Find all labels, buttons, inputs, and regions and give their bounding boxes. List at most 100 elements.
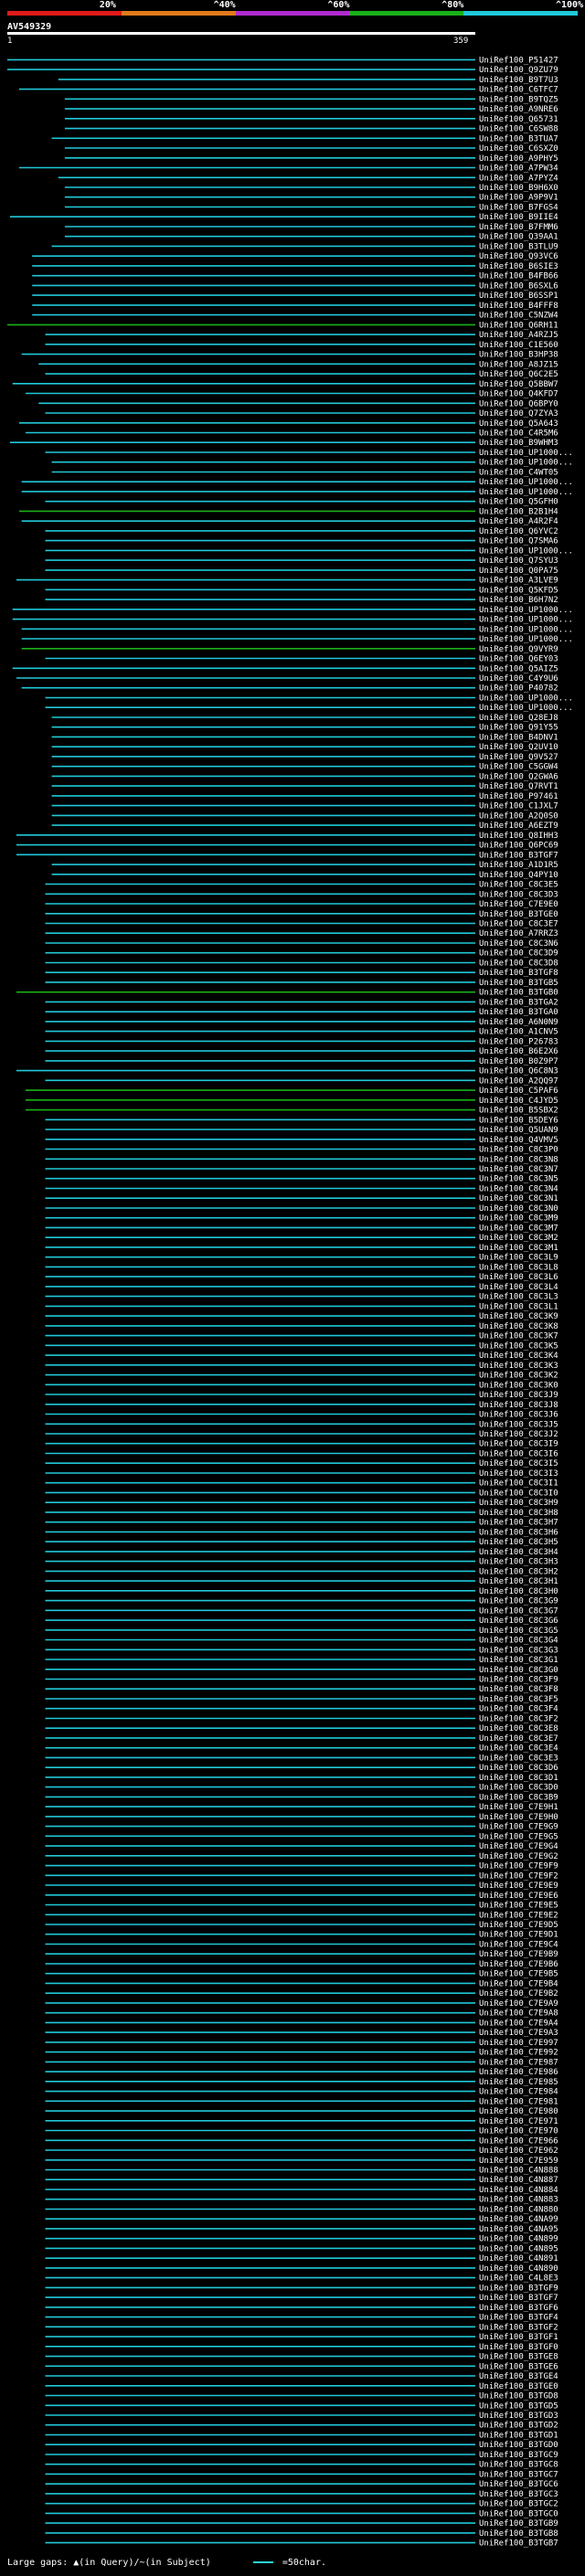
hit-label[interactable]: UniRef100_B9WHM3 <box>479 439 558 448</box>
hit-label[interactable]: UniRef100_C8C3D9 <box>479 949 558 959</box>
hit-label[interactable]: UniRef100_B3TGC6 <box>479 2480 558 2489</box>
hit-label[interactable]: UniRef100_P40782 <box>479 684 558 694</box>
hit-label[interactable]: UniRef100_C8C3N1 <box>479 1194 558 1203</box>
hit-label[interactable]: UniRef100_Q5BBW7 <box>479 380 558 389</box>
hit-label[interactable]: UniRef100_A3LVE9 <box>479 577 558 586</box>
hit-label[interactable]: UniRef100_B3TGC8 <box>479 2461 558 2470</box>
hit-label[interactable]: UniRef100_C8C3G6 <box>479 1617 558 1626</box>
hit-label[interactable]: UniRef100_A4RZJ5 <box>479 331 558 340</box>
hit-label[interactable]: UniRef100_Q6C8N3 <box>479 1067 558 1076</box>
hit-label[interactable]: UniRef100_C8C3D1 <box>479 1774 558 1783</box>
hit-label[interactable]: UniRef100_C8C3G9 <box>479 1597 558 1606</box>
hit-label[interactable]: UniRef100_B3TGE0 <box>479 2382 558 2391</box>
hit-label[interactable]: UniRef100_B3TGB9 <box>479 2519 558 2528</box>
hit-label[interactable]: UniRef100_C8C3L3 <box>479 1293 558 1302</box>
hit-label[interactable]: UniRef100_C4N880 <box>479 2206 558 2215</box>
hit-label[interactable]: UniRef100_Q7ZYA3 <box>479 409 558 419</box>
hit-label[interactable]: UniRef100_C7E9G5 <box>479 1832 558 1841</box>
hit-label[interactable]: UniRef100_B3TGB0 <box>479 989 558 998</box>
hit-label[interactable]: UniRef100_C8C3H6 <box>479 1528 558 1537</box>
hit-label[interactable]: UniRef100_P51427 <box>479 56 558 65</box>
hit-label[interactable]: UniRef100_C8C3J8 <box>479 1401 558 1410</box>
hit-label[interactable]: UniRef100_C7E9D1 <box>479 1931 558 1940</box>
hit-label[interactable]: UniRef100_C7E987 <box>479 2058 558 2067</box>
hit-label[interactable]: UniRef100_B3TGC9 <box>479 2451 558 2460</box>
hit-label[interactable]: UniRef100_C1E560 <box>479 341 558 350</box>
hit-label[interactable]: UniRef100_C7E9E5 <box>479 1902 558 1911</box>
hit-label[interactable]: UniRef100_C4N890 <box>479 2264 558 2274</box>
hit-label[interactable]: UniRef100_C8C3G0 <box>479 1666 558 1675</box>
hit-label[interactable]: UniRef100_C7E9E9 <box>479 1882 558 1891</box>
hit-label[interactable]: UniRef100_C8C3F8 <box>479 1685 558 1694</box>
hit-label[interactable]: UniRef100_B3TGD1 <box>479 2432 558 2441</box>
hit-label[interactable]: UniRef100_B3TGF4 <box>479 2314 558 2323</box>
hit-label[interactable]: UniRef100_C8C3I5 <box>479 1459 558 1468</box>
hit-label[interactable]: UniRef100_A7RRZ3 <box>479 929 558 938</box>
hit-label[interactable]: UniRef100_C7E992 <box>479 2049 558 2058</box>
hit-label[interactable]: UniRef100_C4JYD5 <box>479 1097 558 1106</box>
hit-label[interactable]: UniRef100_C4N888 <box>479 2167 558 2176</box>
hit-label[interactable]: UniRef100_B3TGF2 <box>479 2323 558 2332</box>
hit-label[interactable]: UniRef100_A6N0N9 <box>479 1018 558 1027</box>
hit-label[interactable]: UniRef100_B4DNV1 <box>479 733 558 742</box>
hit-label[interactable]: UniRef100_B3TGC3 <box>479 2490 558 2499</box>
hit-label[interactable]: UniRef100_B3TGD0 <box>479 2441 558 2450</box>
hit-label[interactable]: UniRef100_C8C3L9 <box>479 1254 558 1263</box>
hit-label[interactable]: UniRef100_Q9VYR9 <box>479 645 558 654</box>
hit-label[interactable]: UniRef100_C7E9H1 <box>479 1803 558 1812</box>
hit-label[interactable]: UniRef100_B2B1H4 <box>479 507 558 516</box>
hit-label[interactable]: UniRef100_B3TGF8 <box>479 969 558 978</box>
hit-label[interactable]: UniRef100_C6SXZ0 <box>479 144 558 154</box>
hit-label[interactable]: UniRef100_C4N895 <box>479 2244 558 2253</box>
hit-label[interactable]: UniRef100_B3TGE4 <box>479 2372 558 2381</box>
hit-label[interactable]: UniRef100_C7E984 <box>479 2088 558 2097</box>
hit-label[interactable]: UniRef100_UP1000... <box>479 694 573 704</box>
hit-label[interactable]: UniRef100_B3TGB8 <box>479 2529 558 2539</box>
hit-label[interactable]: UniRef100_B0Z9P7 <box>479 1057 558 1066</box>
hit-label[interactable]: UniRef100_C4N899 <box>479 2235 558 2244</box>
hit-label[interactable]: UniRef100_C8C3F4 <box>479 1705 558 1714</box>
hit-label[interactable]: UniRef100_C5NZW4 <box>479 312 558 321</box>
hit-label[interactable]: UniRef100_C8C3E7 <box>479 920 558 929</box>
hit-label[interactable]: UniRef100_C7E959 <box>479 2157 558 2166</box>
hit-label[interactable]: UniRef100_C8C3L1 <box>479 1302 558 1311</box>
hit-label[interactable]: UniRef100_B6H7N2 <box>479 596 558 605</box>
hit-label[interactable]: UniRef100_C8C3P0 <box>479 1146 558 1155</box>
hit-label[interactable]: UniRef100_B3TGE0 <box>479 910 558 919</box>
hit-label[interactable]: UniRef100_B3TGF9 <box>479 2284 558 2293</box>
hit-label[interactable]: UniRef100_C8C3D0 <box>479 1784 558 1793</box>
hit-label[interactable]: UniRef100_A1CNV5 <box>479 1028 558 1037</box>
hit-label[interactable]: UniRef100_B3TUA7 <box>479 134 558 143</box>
hit-label[interactable]: UniRef100_UP1000... <box>479 606 573 615</box>
hit-label[interactable]: UniRef100_Q5GFH0 <box>479 498 558 507</box>
hit-label[interactable]: UniRef100_B5DEY6 <box>479 1116 558 1125</box>
hit-label[interactable]: UniRef100_B3TLU9 <box>479 242 558 251</box>
hit-label[interactable]: UniRef100_C4N884 <box>479 2186 558 2195</box>
hit-label[interactable]: UniRef100_Q6BPY0 <box>479 399 558 408</box>
hit-label[interactable]: UniRef100_C7E966 <box>479 2136 558 2146</box>
hit-label[interactable]: UniRef100_Q4VMV5 <box>479 1136 558 1145</box>
hit-label[interactable]: UniRef100_C7E9F9 <box>479 1862 558 1871</box>
hit-label[interactable]: UniRef100_B3TGA2 <box>479 998 558 1007</box>
hit-label[interactable]: UniRef100_C8C3F5 <box>479 1695 558 1704</box>
hit-label[interactable]: UniRef100_C8C3M9 <box>479 1214 558 1224</box>
hit-label[interactable]: UniRef100_Q0PA75 <box>479 567 558 576</box>
hit-label[interactable]: UniRef100_B3TGF1 <box>479 2333 558 2342</box>
hit-label[interactable]: UniRef100_C8C3H1 <box>479 1577 558 1586</box>
hit-label[interactable]: UniRef100_B3TGD8 <box>479 2392 558 2401</box>
hit-label[interactable]: UniRef100_C8C3M2 <box>479 1234 558 1243</box>
hit-label[interactable]: UniRef100_Q8IHH3 <box>479 832 558 841</box>
hit-label[interactable]: UniRef100_UP1000... <box>479 704 573 713</box>
hit-label[interactable]: UniRef100_B3TGE8 <box>479 2353 558 2362</box>
hit-label[interactable]: UniRef100_UP1000... <box>479 459 573 468</box>
hit-label[interactable]: UniRef100_C8C3J6 <box>479 1411 558 1420</box>
hit-label[interactable]: UniRef100_UP1000... <box>479 635 573 644</box>
hit-label[interactable]: UniRef100_C7E9E6 <box>479 1892 558 1901</box>
hit-label[interactable]: UniRef100_C8C3K4 <box>479 1352 558 1361</box>
hit-label[interactable]: UniRef100_Q5UAN9 <box>479 1126 558 1135</box>
hit-label[interactable]: UniRef100_P97461 <box>479 792 558 801</box>
hit-label[interactable]: UniRef100_C8C3N0 <box>479 1204 558 1214</box>
hit-label[interactable]: UniRef100_B3TGF0 <box>479 2343 558 2352</box>
hit-label[interactable]: UniRef100_Q93VC6 <box>479 252 558 261</box>
hit-label[interactable]: UniRef100_C7E997 <box>479 2039 558 2048</box>
